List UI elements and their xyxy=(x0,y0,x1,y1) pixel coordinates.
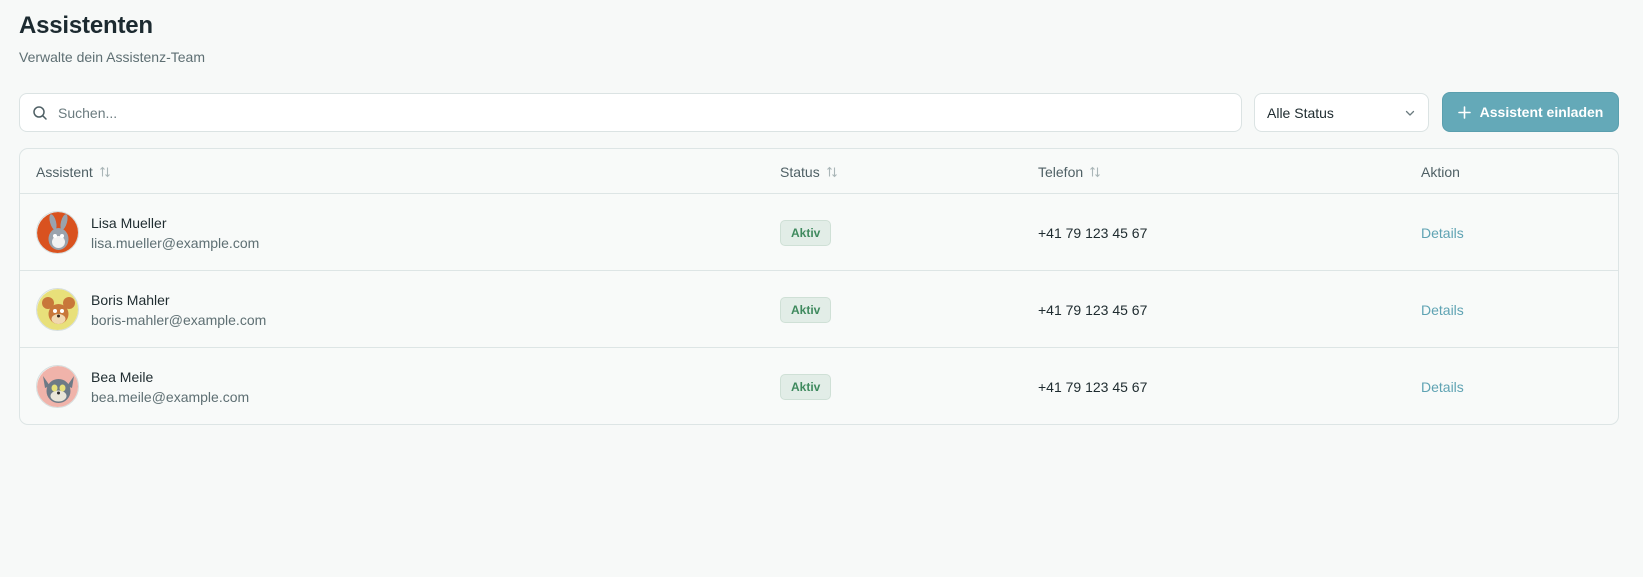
assistant-phone: +41 79 123 45 67 xyxy=(1038,301,1148,318)
page-subtitle: Verwalte dein Assistenz-Team xyxy=(19,49,205,65)
column-header-phone-label: Telefon xyxy=(1038,163,1084,180)
plus-icon xyxy=(1457,105,1471,119)
sort-icon xyxy=(1090,166,1101,177)
avatar xyxy=(36,211,79,254)
avatar xyxy=(36,288,79,331)
table-row: Lisa Mueller lisa.mueller@example.com Ak… xyxy=(20,194,1618,271)
details-link[interactable]: Details xyxy=(1421,379,1464,395)
table-row: Bea Meile bea.meile@example.com Aktiv +4… xyxy=(20,348,1618,424)
assistants-table: Assistent Status Telefon Aktion Lisa Mue… xyxy=(19,148,1619,425)
details-link[interactable]: Details xyxy=(1421,225,1464,241)
invite-assistant-label: Assistent einladen xyxy=(1479,104,1604,120)
column-header-action-label: Aktion xyxy=(1421,163,1460,180)
chevron-down-icon xyxy=(1405,110,1415,116)
column-header-phone[interactable]: Telefon xyxy=(1038,149,1102,194)
assistant-email: lisa.mueller@example.com xyxy=(91,234,260,251)
invite-assistant-button[interactable]: Assistent einladen xyxy=(1442,92,1619,132)
page-title: Assistenten xyxy=(19,12,153,39)
sort-icon xyxy=(99,166,110,177)
assistant-phone: +41 79 123 45 67 xyxy=(1038,224,1148,241)
search-bar[interactable] xyxy=(19,93,1242,132)
search-input[interactable] xyxy=(58,104,1158,121)
column-header-assistant[interactable]: Assistent xyxy=(36,149,112,194)
column-header-status[interactable]: Status xyxy=(780,149,839,194)
status-badge: Aktiv xyxy=(780,296,832,323)
assistant-name: Lisa Mueller xyxy=(91,214,167,231)
assistant-email: boris-mahler@example.com xyxy=(91,311,267,328)
status-badge: Aktiv xyxy=(780,373,832,400)
status-badge: Aktiv xyxy=(780,219,832,246)
column-header-action: Aktion xyxy=(1421,149,1460,194)
status-filter-select[interactable]: Alle Status xyxy=(1254,93,1429,132)
assistant-name: Boris Mahler xyxy=(91,291,170,308)
details-link[interactable]: Details xyxy=(1421,302,1464,318)
avatar xyxy=(36,365,79,408)
table-row: Boris Mahler boris-mahler@example.com Ak… xyxy=(20,271,1618,348)
status-filter-value: Alle Status xyxy=(1267,104,1334,121)
column-header-assistant-label: Assistent xyxy=(36,163,93,180)
sort-icon xyxy=(826,166,837,177)
assistant-email: bea.meile@example.com xyxy=(91,388,250,405)
table-header: Assistent Status Telefon Aktion xyxy=(20,149,1618,194)
search-icon xyxy=(33,105,47,120)
assistant-name: Bea Meile xyxy=(91,368,154,385)
assistant-phone: +41 79 123 45 67 xyxy=(1038,378,1148,395)
column-header-status-label: Status xyxy=(780,163,820,180)
